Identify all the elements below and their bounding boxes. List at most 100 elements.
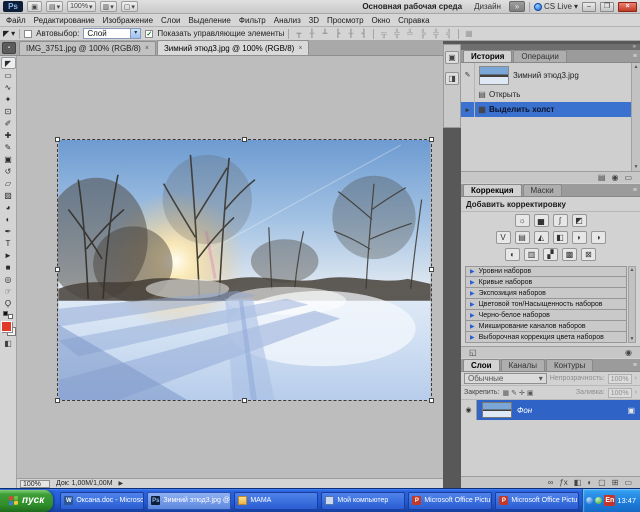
preset-selective-color[interactable]: ▶ Выборочная коррекция цвета наборов [465, 332, 627, 343]
tab-paths[interactable]: Контуры [545, 359, 594, 371]
status-zoom-field[interactable]: 100% [20, 479, 50, 488]
align-right-button[interactable]: ┫ [358, 29, 369, 38]
foreground-color-swatch[interactable] [0, 321, 12, 332]
menu-file[interactable]: Файл [2, 14, 30, 27]
brightness-contrast-icon[interactable]: ☼ [514, 214, 530, 227]
path-selection-tool[interactable]: ► [1, 249, 16, 261]
lasso-tool[interactable]: ∿ [1, 81, 16, 93]
channel-mixer-icon[interactable]: ◑ [590, 231, 606, 244]
fill-value[interactable]: 100% [607, 387, 632, 398]
distribute-left-button[interactable]: ╠ [417, 29, 428, 38]
tab-layers[interactable]: Слои [463, 359, 500, 371]
crop-tool[interactable]: ⊡ [1, 105, 16, 117]
auto-select-dropdown[interactable]: Слой ▾ [83, 28, 142, 39]
eyedropper-tool[interactable]: ✐ [1, 117, 16, 129]
tray-network-icon[interactable] [586, 497, 594, 504]
default-colors-icon[interactable] [3, 311, 13, 319]
transform-handle[interactable] [55, 398, 60, 403]
expanded-view-button[interactable]: ◱ [469, 348, 477, 357]
layer-visibility-eye-icon[interactable]: ◉ [461, 400, 477, 420]
preset-curves[interactable]: ▶ Кривые наборов [465, 277, 627, 288]
history-brush-tool[interactable]: ↺ [1, 165, 16, 177]
preset-channel-mixer[interactable]: ▶ Микширование каналов наборов [465, 321, 627, 332]
taskbar-button-picture-manager-2[interactable]: P Microsoft Office Pictu... [495, 491, 580, 510]
status-options-arrow[interactable]: ▶ [119, 480, 124, 487]
transform-handle[interactable] [241, 398, 247, 403]
threshold-icon[interactable]: ▞ [543, 248, 558, 261]
scroll-down-icon[interactable]: ▼ [630, 336, 635, 342]
fill-stepper-icon[interactable]: › [635, 389, 637, 396]
move-tool[interactable]: ◤ [0, 57, 16, 69]
blur-tool[interactable]: ◕ [1, 201, 16, 213]
canvas-area[interactable] [17, 56, 443, 478]
distribute-right-button[interactable]: ╣ [443, 29, 454, 38]
screen-mode-button[interactable]: ▢ ▾ [120, 1, 138, 12]
lock-transparency-button[interactable]: ▦ [502, 389, 509, 397]
taskbar-button-picture-manager-1[interactable]: P Microsoft Office Pictu... [408, 491, 493, 510]
type-tool[interactable]: T [1, 237, 16, 249]
zoom-level-control[interactable]: 100% ▾ [67, 1, 96, 12]
history-brush-source-icon[interactable]: ✎ [461, 63, 475, 87]
tab-history[interactable]: История [463, 50, 513, 62]
photo-winter-landscape[interactable] [55, 137, 434, 403]
close-icon[interactable]: × [145, 45, 149, 52]
taskbar-button-my-computer[interactable]: Мой компьютер [321, 491, 406, 510]
taskbar-button-mama-folder[interactable]: МАМА [234, 491, 319, 510]
start-button[interactable]: пуск [0, 489, 54, 512]
quick-selection-tool[interactable]: ✦ [1, 93, 16, 105]
new-snapshot-button[interactable]: ◉ [611, 173, 618, 182]
lock-all-button[interactable]: ▣ [527, 389, 534, 397]
menu-layers[interactable]: Слои [157, 14, 184, 27]
new-group-button[interactable]: ▢ [598, 478, 606, 487]
preset-exposure[interactable]: ▶ Экспозиция наборов [465, 288, 627, 299]
scroll-down-icon[interactable]: ▼ [634, 164, 639, 170]
menu-3d[interactable]: 3D [305, 14, 323, 27]
tab-masks[interactable]: Маски [522, 184, 562, 196]
document-tab-img3751[interactable]: IMG_3751.jpg @ 100% (RGB/8) × [19, 41, 156, 55]
black-white-icon[interactable]: ◧ [552, 231, 568, 244]
add-layer-mask-button[interactable]: ◧ [574, 478, 582, 487]
taskbar-button-word[interactable]: W Оксана.doc - Microso... [60, 491, 145, 510]
levels-icon[interactable]: ▅ [533, 214, 549, 227]
new-document-from-state-button[interactable]: ▤ [598, 173, 606, 182]
layer-style-button[interactable]: ƒx [559, 478, 567, 487]
scroll-up-icon[interactable]: ▲ [634, 64, 639, 70]
posterize-icon[interactable]: ▥ [524, 248, 539, 261]
minimize-button[interactable]: – [582, 1, 596, 12]
close-icon[interactable]: × [298, 45, 302, 52]
blend-mode-dropdown[interactable]: Обычные ▾ [464, 373, 547, 384]
presets-scrollbar[interactable]: ▲ ▼ [628, 266, 636, 343]
transform-handle[interactable] [429, 267, 434, 272]
panel-menu-icon[interactable]: ≡ [633, 362, 637, 369]
taskbar-clock[interactable]: 13:47 [617, 496, 636, 505]
workspace-button-design[interactable]: Дизайн [470, 2, 505, 11]
history-step-select-canvas[interactable]: ▸ ▦ Выделить холст [461, 102, 640, 117]
quick-mask-button[interactable]: ◧ [4, 339, 12, 348]
layer-row-background[interactable]: ◉ Фон ▣ [461, 400, 640, 420]
photo-filter-icon[interactable]: ◗ [571, 231, 587, 244]
transform-handle[interactable] [429, 398, 434, 403]
float-windows-toggle-button[interactable]: ▪ [2, 42, 16, 54]
gradient-map-icon[interactable]: ▩ [562, 248, 577, 261]
distribute-horizontal-center-button[interactable]: ╬ [430, 29, 441, 38]
current-state-pointer[interactable]: ▸ [461, 102, 475, 117]
photoshop-logo[interactable]: Ps [3, 1, 23, 12]
brush-tool[interactable]: ✎ [1, 141, 16, 153]
workspace-overflow-button[interactable]: » [508, 1, 525, 12]
menu-select[interactable]: Выделение [184, 14, 234, 27]
opacity-value[interactable]: 100% [607, 373, 632, 384]
clone-stamp-tool[interactable]: ▣ [1, 153, 16, 165]
zoom-tool[interactable]: Ϙ [1, 297, 16, 309]
opacity-stepper-icon[interactable]: › [635, 375, 637, 382]
history-scrollbar[interactable]: ▲ ▼ [631, 63, 640, 171]
menu-help[interactable]: Справка [394, 14, 433, 27]
curves-icon[interactable]: ∫ [552, 214, 568, 227]
preset-levels[interactable]: ▶ Уровни наборов [465, 266, 627, 277]
tab-channels[interactable]: Каналы [500, 359, 545, 371]
align-horizontal-center-button[interactable]: ╂ [345, 29, 356, 38]
eraser-tool[interactable]: ▱ [1, 177, 16, 189]
delete-layer-button[interactable]: ▭ [624, 478, 632, 487]
collapsed-panel-icon-1[interactable]: ▣ [445, 51, 459, 64]
dodge-tool[interactable]: ◐ [1, 213, 16, 225]
language-indicator[interactable]: En [604, 495, 616, 506]
